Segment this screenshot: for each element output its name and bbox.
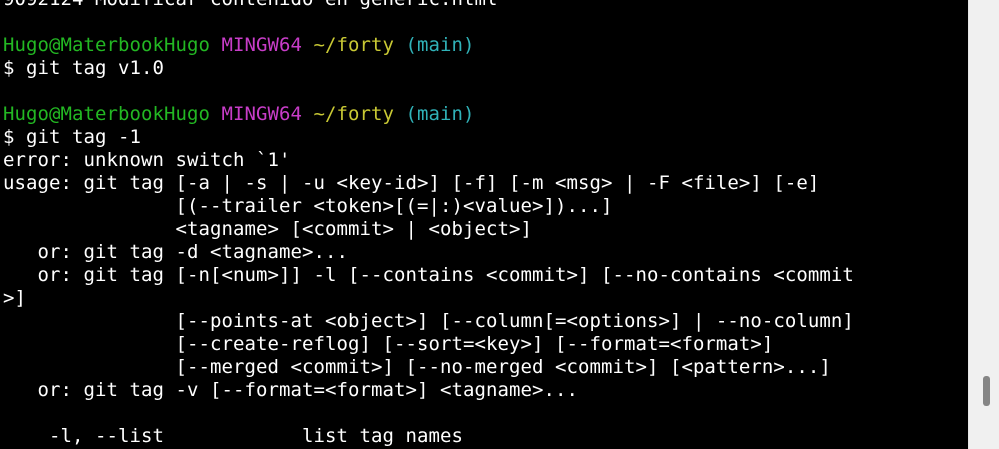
vertical-scrollbar[interactable] [968, 0, 999, 449]
terminal-text-segment: ~/forty [313, 103, 394, 125]
terminal-line: [--create-reflog] [--sort=<key>] [--form… [3, 333, 854, 356]
terminal-text-segment: Hugo@MaterbookHugo [3, 34, 210, 56]
terminal-line: [--points-at <object>] [--column[=<optio… [3, 310, 854, 333]
terminal-text-segment: [--create-reflog] [--sort=<key>] [--form… [3, 333, 774, 355]
terminal-line: or: git tag [-n[<num>]] -l [--contains <… [3, 264, 854, 287]
scrollbar-thumb[interactable] [983, 376, 990, 406]
terminal-text-segment: [--points-at <object>] [--column[=<optio… [3, 310, 854, 332]
terminal-line: error: unknown switch `1' [3, 149, 854, 172]
terminal-text-segment: MINGW64 [221, 34, 302, 56]
terminal-line: 9092124 Modificar contenido en generic.h… [3, 0, 854, 11]
terminal-line: [--merged <commit>] [--no-merged <commit… [3, 356, 854, 379]
terminal-text-segment: -l, --list list tag names [3, 425, 463, 447]
terminal-text-segment: 9092124 Modificar contenido en generic.h… [3, 0, 497, 10]
terminal-text-segment: <tagname> [<commit> | <object>] [3, 218, 532, 240]
terminal-line: Hugo@MaterbookHugo MINGW64 ~/forty (main… [3, 103, 854, 126]
terminal-text-segment: or: git tag -v [--format=<format>] <tagn… [3, 379, 578, 401]
terminal-text-segment: $ git tag v1.0 [3, 57, 164, 79]
terminal-text-segment: [--merged <commit>] [--no-merged <commit… [3, 356, 831, 378]
terminal-line: or: git tag -v [--format=<format>] <tagn… [3, 379, 854, 402]
terminal-line: [(--trailer <token>[(=|:)<value>])...] [3, 195, 854, 218]
terminal-line: Hugo@MaterbookHugo MINGW64 ~/forty (main… [3, 34, 854, 57]
terminal-window[interactable]: 9092124 Modificar contenido en generic.h… [0, 0, 968, 449]
terminal-text-segment: (main) [405, 103, 475, 125]
terminal-text-segment: ~/forty [313, 34, 394, 56]
terminal-text-segment: or: git tag -d <tagname>... [3, 241, 348, 263]
terminal-text-segment: >] [3, 287, 26, 309]
terminal-line: $ git tag -1 [3, 126, 854, 149]
terminal-text-segment: or: git tag [-n[<num>]] -l [--contains <… [3, 264, 854, 286]
terminal-text-segment: usage: git tag [-a | -s | -u <key-id>] [… [3, 172, 820, 194]
terminal-line: >] [3, 287, 854, 310]
terminal-text-segment: $ git tag -1 [3, 126, 141, 148]
terminal-text-segment: Hugo@MaterbookHugo [3, 103, 210, 125]
terminal-line: or: git tag -d <tagname>... [3, 241, 854, 264]
terminal-text-segment: error: unknown switch `1' [3, 149, 291, 171]
terminal-text-segment: MINGW64 [221, 103, 302, 125]
terminal-line: <tagname> [<commit> | <object>] [3, 218, 854, 241]
terminal-output: 9092124 Modificar contenido en generic.h… [3, 0, 854, 448]
terminal-line: -l, --list list tag names [3, 425, 854, 448]
terminal-text-segment: (main) [405, 34, 475, 56]
terminal-text-segment: [(--trailer <token>[(=|:)<value>])...] [3, 195, 613, 217]
terminal-line: usage: git tag [-a | -s | -u <key-id>] [… [3, 172, 854, 195]
terminal-line: $ git tag v1.0 [3, 57, 854, 80]
